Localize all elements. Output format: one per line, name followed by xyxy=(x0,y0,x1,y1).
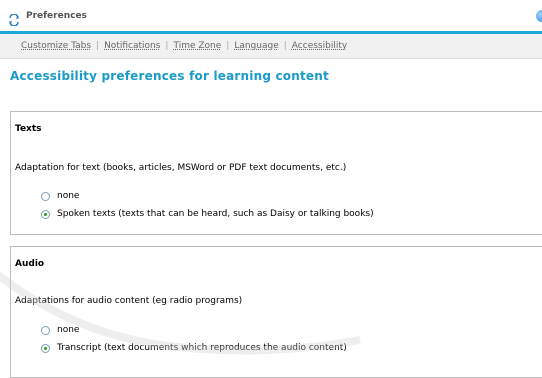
option-label: none xyxy=(57,325,80,335)
section-title-audio: Audio xyxy=(15,259,45,269)
option-label: Spoken texts (texts that can be heard, s… xyxy=(57,209,374,219)
option-label: Transcript (text documents which reprodu… xyxy=(57,343,347,353)
tab-time-zone[interactable]: Time Zone xyxy=(173,41,221,51)
radio-button[interactable] xyxy=(41,191,50,201)
tab-customize-tabs[interactable]: Customize Tabs xyxy=(21,41,91,51)
radio-button-selected[interactable] xyxy=(41,343,50,353)
tab-separator: | xyxy=(96,41,100,51)
globe-icon[interactable] xyxy=(536,10,542,22)
tab-notifications[interactable]: Notifications xyxy=(104,41,160,51)
option-texts-spoken[interactable]: Spoken texts (texts that can be heard, s… xyxy=(41,209,374,219)
window-title: Preferences xyxy=(26,11,87,21)
section-description-texts: Adaptation for text (books, articles, MS… xyxy=(15,163,347,173)
window-titlebar: Preferences xyxy=(0,0,542,34)
option-label: none xyxy=(57,191,80,201)
page-heading: Accessibility preferences for learning c… xyxy=(10,69,329,83)
option-audio-transcript[interactable]: Transcript (text documents which reprodu… xyxy=(41,343,347,353)
tab-separator: | xyxy=(283,41,287,51)
audio-section: Audio Adaptations for audio content (eg … xyxy=(10,246,542,378)
texts-section: Texts Adaptation for text (books, articl… xyxy=(10,111,542,235)
tab-bar: Customize Tabs | Notifications | Time Zone | L… xyxy=(0,34,542,59)
tab-separator: | xyxy=(226,41,230,51)
tab-separator: | xyxy=(165,41,169,51)
tab-accessibility[interactable]: Accessibility xyxy=(292,41,347,51)
option-texts-none[interactable]: none xyxy=(41,191,79,201)
preferences-icon xyxy=(8,11,20,27)
section-description-audio: Adaptations for audio content (eg radio … xyxy=(15,296,243,306)
tab-language[interactable]: Language xyxy=(234,41,278,51)
option-audio-none[interactable]: none xyxy=(41,325,79,335)
radio-button[interactable] xyxy=(41,325,50,335)
radio-button-selected[interactable] xyxy=(41,209,50,219)
section-title-texts: Texts xyxy=(15,124,42,134)
